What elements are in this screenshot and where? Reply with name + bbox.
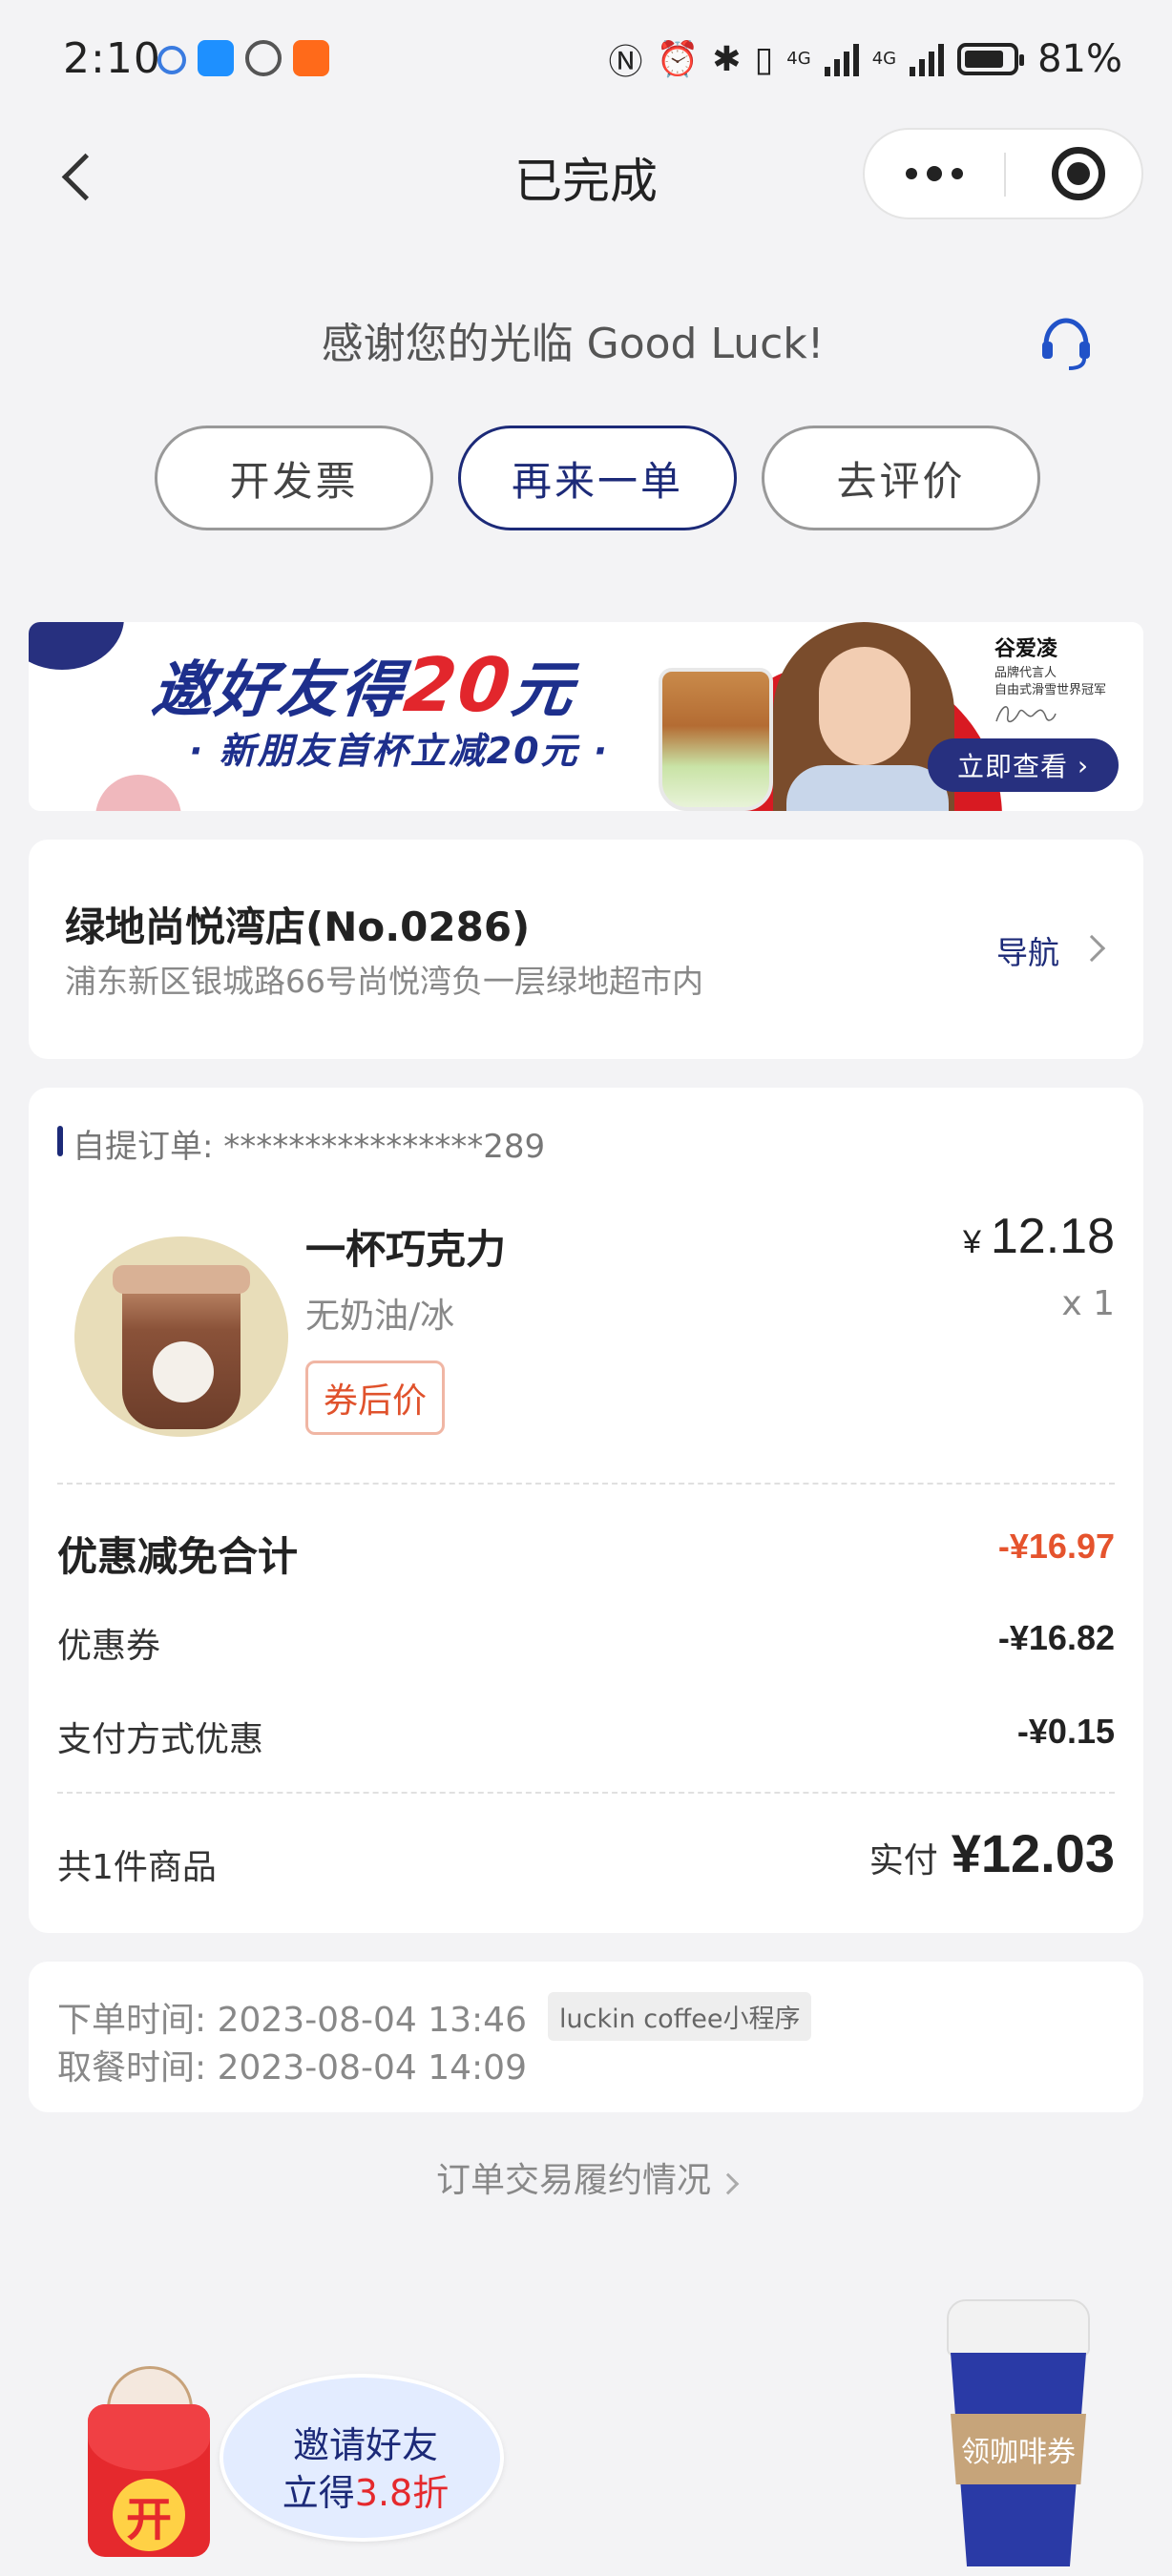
hand-icon bbox=[245, 40, 282, 76]
nfc-icon: Ⓝ bbox=[608, 43, 643, 82]
discount-total-value: -¥16.97 bbox=[997, 1527, 1115, 1566]
battery-percent: 81% bbox=[1037, 37, 1122, 81]
deer-logo-icon bbox=[153, 1341, 214, 1402]
endorser-signature bbox=[995, 706, 1057, 723]
product-spec: 无奶油/冰 bbox=[305, 1297, 455, 1336]
chevron-right-icon bbox=[717, 2172, 740, 2195]
coupon-value: -¥16.82 bbox=[997, 1618, 1115, 1657]
discount-total-label: 优惠减免合计 bbox=[57, 1533, 299, 1580]
target-icon[interactable] bbox=[1052, 147, 1105, 200]
coupon-price-tag: 券后价 bbox=[305, 1361, 446, 1435]
payment-discount-label: 支付方式优惠 bbox=[57, 1720, 264, 1759]
invite-discount: 3.8折 bbox=[354, 2472, 450, 2514]
bluetooth-icon: ✱ bbox=[712, 39, 742, 79]
review-button[interactable]: 去评价 bbox=[762, 426, 1040, 530]
banner-cta-label: 立即查看 bbox=[956, 751, 1068, 782]
vibrate-icon: ▯ bbox=[754, 39, 774, 79]
store-address: 浦东新区银城路66号尚悦湾负一层绿地超市内 bbox=[65, 963, 703, 1000]
coffee-coupon-button[interactable]: 领咖啡券 bbox=[947, 2299, 1090, 2566]
divider bbox=[57, 1792, 1115, 1794]
endorser-title: 品牌代言人 bbox=[994, 666, 1057, 680]
headset-icon[interactable] bbox=[1036, 313, 1096, 372]
paid-total: 实付 ¥12.03 bbox=[869, 1822, 1115, 1884]
endorser-name: 谷爱凌 bbox=[994, 637, 1058, 661]
banner-title-num: 20 bbox=[400, 643, 517, 729]
product-image bbox=[74, 1236, 288, 1437]
currency-symbol: ¥ bbox=[962, 1224, 981, 1260]
time-card: 下单时间: 2023-08-04 13:46 luckin coffee小程序 … bbox=[29, 1962, 1143, 2112]
more-dots-icon[interactable] bbox=[865, 130, 1004, 218]
banner-cta-button[interactable]: 立即查看 › bbox=[928, 738, 1119, 792]
app-icon bbox=[198, 40, 234, 76]
network-type-2: 4G bbox=[871, 49, 897, 69]
invite-banner[interactable]: 邀好友得20元 · 新朋友首杯立减20元 · 谷爱凌 品牌代言人 自由式滑雪世界… bbox=[29, 622, 1143, 811]
banner-title: 邀好友得20元 bbox=[148, 641, 579, 729]
divider bbox=[57, 1483, 1115, 1485]
banner-subtitle: · 新朋友首杯立减20元 · bbox=[189, 730, 610, 772]
section-marker bbox=[57, 1126, 63, 1156]
capsule-divider bbox=[1004, 153, 1006, 197]
taobao-icon bbox=[293, 40, 329, 76]
status-time: 2:10 bbox=[63, 34, 161, 83]
status-bar: 2:10 Ⓝ ⏰ ✱ ▯ 4G 4G 81% bbox=[0, 0, 1172, 124]
fulfillment-link[interactable]: 订单交易履约情况 bbox=[0, 2152, 1172, 2202]
invite-line2-prefix: 立得 bbox=[282, 2472, 355, 2514]
item-count: 共1件商品 bbox=[57, 1848, 217, 1887]
invite-line1: 邀请好友 bbox=[292, 2424, 438, 2466]
pickup-time: 取餐时间: 2023-08-04 14:09 bbox=[57, 2048, 527, 2088]
order-time: 下单时间: 2023-08-04 13:46 bbox=[57, 2001, 527, 2040]
order-number: 自提订单: ****************289 bbox=[73, 1128, 546, 1166]
battery-icon bbox=[957, 43, 1025, 75]
fulfillment-link-label: 订单交易履约情况 bbox=[435, 2161, 711, 2200]
invite-line2: 立得3.8折 bbox=[223, 2463, 508, 2516]
store-name: 绿地尚悦湾店(No.0286) bbox=[65, 904, 531, 950]
banner-title-suffix: 元 bbox=[508, 655, 578, 726]
notification-icons bbox=[157, 40, 329, 76]
invite-friends-bubble[interactable]: 邀请好友 立得3.8折 bbox=[220, 2374, 504, 2542]
chat-icon bbox=[157, 46, 186, 74]
reorder-button[interactable]: 再来一单 bbox=[458, 426, 737, 530]
store-card: 绿地尚悦湾店(No.0286) 浦东新区银城路66号尚悦湾负一层绿地超市内 导航 bbox=[29, 840, 1143, 1059]
system-icons: Ⓝ ⏰ ✱ ▯ 4G 4G 81% bbox=[608, 34, 1122, 84]
paid-value: ¥12.03 bbox=[951, 1823, 1115, 1883]
navigate-link[interactable]: 导航 bbox=[996, 927, 1059, 973]
coffee-coupon-label: 领咖啡券 bbox=[961, 2436, 1076, 2469]
order-actions: 开发票 再来一单 去评价 bbox=[155, 426, 1040, 530]
signal-icon bbox=[824, 42, 859, 76]
order-source-tag: luckin coffee小程序 bbox=[548, 1992, 812, 2041]
order-card: 自提订单: ****************289 一杯巧克力 无奶油/冰 券后… bbox=[29, 1088, 1143, 1933]
banner-decoration bbox=[95, 775, 181, 811]
endorser-title: 自由式滑雪世界冠军 bbox=[994, 683, 1107, 697]
alarm-icon: ⏰ bbox=[656, 40, 700, 79]
network-type-1: 4G bbox=[786, 49, 811, 69]
endorser-photo bbox=[773, 622, 954, 811]
signal-icon bbox=[910, 42, 945, 76]
banner-drink-image bbox=[659, 668, 773, 811]
red-packet-icon[interactable]: 开 bbox=[88, 2366, 210, 2557]
chevron-right-icon[interactable] bbox=[1078, 934, 1106, 963]
red-packet-coin: 开 bbox=[113, 2479, 185, 2551]
banner-title-prefix: 邀好友得 bbox=[148, 655, 408, 726]
miniprogram-capsule bbox=[863, 128, 1143, 219]
product-price-value: 12.18 bbox=[990, 1209, 1115, 1264]
paid-label: 实付 bbox=[869, 1841, 938, 1880]
thanks-message: 感谢您的光临 Good Luck! bbox=[321, 320, 825, 368]
payment-discount-value: -¥0.15 bbox=[1016, 1712, 1115, 1751]
product-name: 一杯巧克力 bbox=[305, 1226, 507, 1273]
invoice-button[interactable]: 开发票 bbox=[155, 426, 433, 530]
banner-decoration bbox=[29, 622, 124, 670]
product-quantity: x 1 bbox=[1061, 1284, 1115, 1323]
coupon-label: 优惠券 bbox=[57, 1627, 161, 1666]
product-price: ¥12.18 bbox=[963, 1208, 1115, 1265]
